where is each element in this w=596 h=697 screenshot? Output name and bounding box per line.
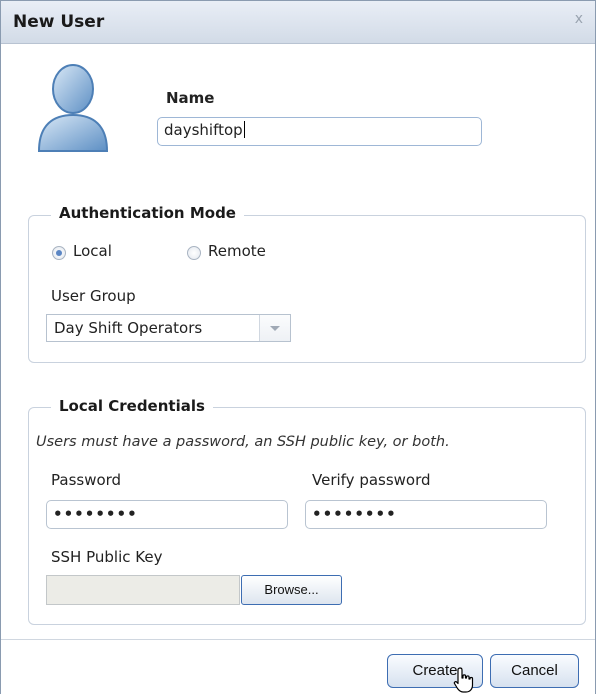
- user-group-label: User Group: [51, 287, 136, 305]
- name-input-value: dayshiftop: [164, 121, 243, 139]
- dialog-titlebar[interactable]: New User x: [1, 1, 595, 44]
- local-credentials-legend: Local Credentials: [51, 397, 213, 415]
- name-label: Name: [166, 89, 215, 107]
- verify-password-field[interactable]: ••••••••: [305, 500, 547, 529]
- chevron-down-icon[interactable]: [259, 315, 290, 341]
- name-input[interactable]: dayshiftop: [157, 117, 482, 146]
- text-caret: [243, 121, 245, 138]
- credentials-note: Users must have a password, an SSH publi…: [36, 434, 450, 450]
- password-label: Password: [51, 471, 122, 489]
- cancel-button[interactable]: Cancel: [490, 654, 579, 688]
- close-icon[interactable]: x: [575, 11, 583, 27]
- radio-remote-label[interactable]: Remote: [208, 242, 266, 260]
- new-user-dialog: New User x Name dayshiftop Authenticatio…: [0, 0, 596, 694]
- ssh-public-key-field: [46, 575, 240, 605]
- dialog-title: New User: [13, 12, 105, 32]
- radio-local[interactable]: [52, 246, 66, 260]
- user-avatar-icon: [35, 63, 111, 159]
- verify-password-value: ••••••••: [312, 505, 397, 523]
- hand-pointer-icon: [453, 667, 475, 697]
- radio-local-label[interactable]: Local: [73, 242, 112, 260]
- verify-password-label: Verify password: [312, 471, 431, 489]
- radio-remote[interactable]: [187, 246, 201, 260]
- user-group-select[interactable]: Day Shift Operators: [46, 314, 291, 342]
- password-field[interactable]: ••••••••: [46, 500, 288, 529]
- authentication-mode-legend: Authentication Mode: [51, 204, 244, 222]
- ssh-public-key-label: SSH Public Key: [51, 548, 163, 566]
- user-group-value: Day Shift Operators: [54, 319, 203, 337]
- password-value: ••••••••: [53, 505, 138, 523]
- browse-button[interactable]: Browse...: [241, 575, 342, 605]
